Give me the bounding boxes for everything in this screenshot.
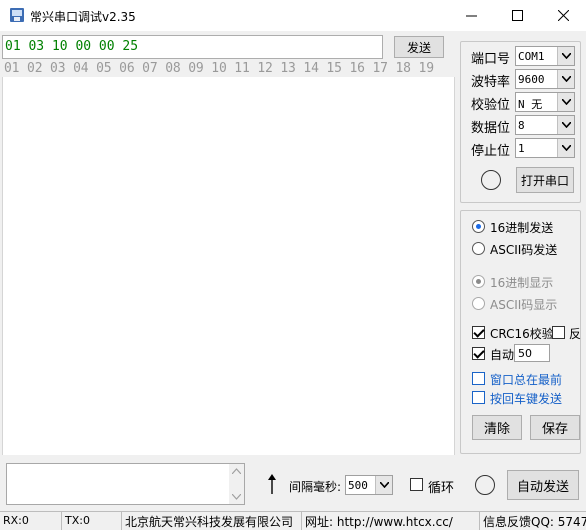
- databits-select[interactable]: 8: [515, 115, 575, 135]
- send-data-input[interactable]: 01 03 10 00 00 25: [2, 35, 383, 59]
- loop-label: 循环: [428, 481, 455, 496]
- reverse-checkbox[interactable]: [552, 326, 565, 339]
- scroll-up-icon: [232, 468, 241, 474]
- newline-width-input[interactable]: 50: [514, 344, 550, 362]
- parity-label: 校验位: [471, 98, 511, 113]
- window-title: 常兴串口调试v2.35: [30, 10, 136, 24]
- crc16-label: CRC16校验: [490, 327, 554, 341]
- auto-send-button[interactable]: 自动发送: [507, 470, 579, 500]
- hex-display-label: 16进制显示: [490, 276, 554, 290]
- auto-send-text-area[interactable]: [6, 463, 245, 505]
- stopbits-select[interactable]: 1: [515, 138, 575, 158]
- chevron-down-icon: [557, 93, 574, 111]
- hex-send-radio[interactable]: [472, 220, 485, 233]
- open-port-button[interactable]: 打开串口: [516, 167, 574, 193]
- ascii-send-label: ASCII码发送: [490, 243, 558, 257]
- port-status-indicator: [481, 170, 501, 190]
- interval-label: 间隔毫秒:: [289, 480, 342, 494]
- stopbits-label: 停止位: [471, 144, 511, 159]
- rx-count: RX:0: [0, 512, 62, 530]
- byte-column-index: 01 02 03 04 05 06 07 08 09 10 11 12 13 1…: [4, 61, 434, 76]
- enter-send-checkbox[interactable]: [472, 391, 485, 404]
- interval-select-value: 500: [348, 479, 368, 492]
- company-name: 北京航天常兴科技发展有限公司: [122, 512, 302, 530]
- stopbits-select-value: 1: [518, 142, 525, 155]
- port-label: 端口号: [471, 52, 511, 67]
- baud-select[interactable]: 9600: [515, 69, 575, 89]
- databits-label: 数据位: [471, 121, 511, 136]
- parity-select-value: N 无: [518, 98, 543, 111]
- parity-select[interactable]: N 无: [515, 92, 575, 112]
- ascii-display-radio[interactable]: [472, 297, 485, 310]
- feedback-qq: 信息反馈QQ: 57479: [483, 515, 586, 529]
- close-button[interactable]: [540, 0, 586, 31]
- databits-select-value: 8: [518, 119, 525, 132]
- send-button[interactable]: 发送: [394, 36, 444, 58]
- title-bar: 常兴串口调试v2.35: [0, 0, 586, 31]
- always-on-top-label: 窗口总在最前: [490, 373, 563, 387]
- website-url: 网址: http://www.htcx.cc/: [302, 512, 480, 530]
- scroll-down-icon: [232, 494, 241, 500]
- reverse-label: 反: [569, 327, 582, 341]
- app-window: 常兴串口调试v2.35 01 03 10 00 00 25 发送 01 02 0…: [0, 0, 586, 530]
- minimize-button[interactable]: [448, 0, 494, 31]
- chevron-down-icon: [557, 116, 574, 134]
- chevron-down-icon: [557, 139, 574, 157]
- baud-select-value: 9600: [518, 73, 545, 86]
- hex-send-label: 16进制发送: [490, 221, 554, 235]
- always-on-top-checkbox[interactable]: [472, 372, 485, 385]
- ascii-display-label: ASCII码显示: [490, 298, 558, 312]
- status-bar: RX:0 TX:0 北京航天常兴科技发展有限公司 网址: http://www.…: [0, 511, 586, 530]
- crc16-checkbox[interactable]: [472, 326, 485, 339]
- clear-button[interactable]: 清除: [472, 415, 522, 440]
- hex-display-radio[interactable]: [472, 275, 485, 288]
- baud-label: 波特率: [471, 75, 511, 90]
- maximize-icon: [511, 10, 523, 21]
- interval-select[interactable]: 500: [345, 475, 393, 495]
- chevron-down-icon: [557, 70, 574, 88]
- auto-send-status-indicator: [475, 475, 495, 495]
- chevron-down-icon: [375, 476, 392, 494]
- maximize-button[interactable]: [494, 0, 540, 31]
- ascii-send-radio[interactable]: [472, 242, 485, 255]
- auto-newline-checkbox[interactable]: [472, 347, 485, 360]
- app-icon: [10, 8, 24, 22]
- minimize-icon: [465, 15, 477, 17]
- chevron-down-icon: [557, 47, 574, 65]
- close-icon: [557, 10, 569, 21]
- enter-send-label: 按回车键发送: [490, 392, 563, 406]
- scrollbar[interactable]: [229, 464, 244, 504]
- loop-checkbox[interactable]: [410, 478, 423, 491]
- arrow-up-icon: [268, 474, 276, 494]
- receive-display-area[interactable]: [2, 77, 455, 455]
- port-select-value: COM1: [518, 50, 545, 63]
- save-button[interactable]: 保存: [530, 415, 580, 440]
- tx-count: TX:0: [62, 512, 122, 530]
- port-select[interactable]: COM1: [515, 46, 575, 66]
